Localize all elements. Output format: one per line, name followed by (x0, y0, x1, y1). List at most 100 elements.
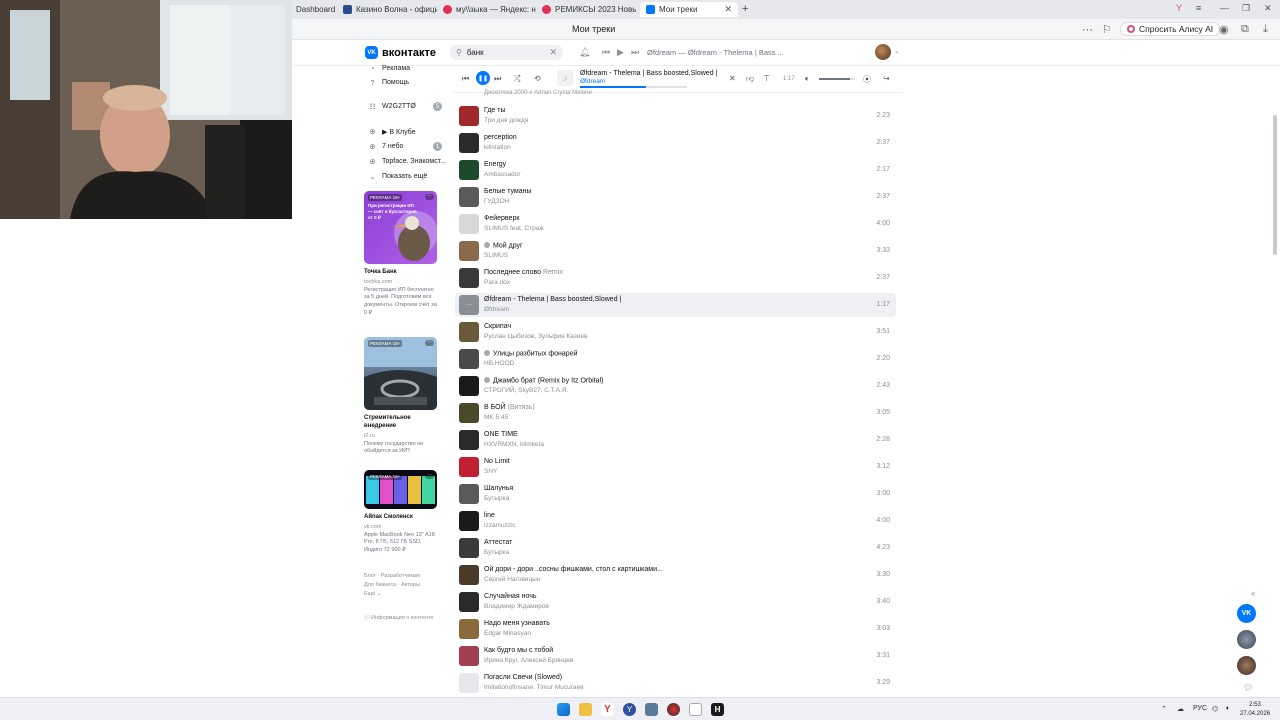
track-title[interactable]: Шалунья (484, 485, 513, 492)
track-cover[interactable] (459, 538, 479, 558)
track-cover[interactable] (459, 511, 479, 531)
bookmark-icon[interactable]: ⚐ (1102, 23, 1112, 36)
track-row[interactable]: ONE TIME HXVRMXN, klimketa 2:28 (455, 428, 896, 452)
ad-menu-icon[interactable]: ⋯ (425, 473, 434, 479)
track-row[interactable]: Где ты Три дня дождя 2:23 (455, 104, 896, 128)
track-artist[interactable]: Ambassador (484, 171, 521, 178)
track-artist[interactable]: Edgar Minasyan (484, 630, 531, 637)
track-artist[interactable]: HXVRMXN, klimketa (484, 441, 544, 448)
tab-remixes[interactable]: РЕМИКСЫ 2023 Новые р (542, 2, 636, 17)
track-title[interactable]: Погасли Свечи (Slowed) (484, 674, 562, 681)
track-title[interactable]: Последнее слово Remix (484, 269, 563, 276)
track-cover[interactable] (459, 268, 479, 288)
ad-image[interactable]: РЕКЛАМА 18+ ⋯ (364, 470, 437, 509)
sidebar-item-7-nebo[interactable]: ⊕ 7 небо 1 (368, 142, 442, 151)
track-cover[interactable] (459, 322, 479, 342)
previous-track-icon[interactable]: ⏮︎ (462, 74, 469, 84)
remove-icon[interactable]: ✕ (729, 74, 736, 83)
track-title[interactable]: Фейерверк (484, 215, 519, 222)
vk-messenger-icon[interactable]: VK (1237, 604, 1256, 623)
track-title[interactable]: Øfdream - Thelema | Bass boosted,Slowed … (484, 296, 621, 303)
track-title[interactable]: Аттестат (484, 539, 512, 546)
footer-more-link[interactable]: Ещё ⌄ (364, 590, 420, 599)
taskbar-clock[interactable]: 2:53 27.04.2026 (1240, 701, 1270, 718)
volume-slider[interactable] (819, 78, 855, 80)
track-cover[interactable] (459, 241, 479, 261)
minimize-icon[interactable]: — (1220, 3, 1229, 13)
track-artist[interactable]: MK 5.45 (484, 414, 508, 421)
track-artist[interactable]: Øfdream (484, 306, 509, 313)
track-title[interactable]: Ой дори - дори ..сосны фишками, стол с к… (484, 566, 663, 573)
share-icon[interactable]: ↪ (883, 74, 890, 83)
content-info-link[interactable]: ⓘ Информация о контенте (364, 613, 433, 621)
track-row[interactable]: Ой дори - дори ..сосны фишками, стол с к… (455, 563, 896, 587)
more-icon[interactable]: ⋯ (1082, 23, 1093, 36)
search-input[interactable]: ⚲ банк ✕ (450, 45, 563, 60)
next-track-icon[interactable]: ⏭︎ (631, 47, 639, 58)
play-icon[interactable]: ▶ (617, 47, 624, 58)
close-tab-icon[interactable]: ✕ (724, 4, 732, 15)
track-cover[interactable] (459, 349, 479, 369)
sidebar-item-group[interactable]: ☷ W2G2TTØ 5 (368, 102, 442, 111)
track-row[interactable]: Мой друг SLIMUS 3:33 (455, 239, 896, 263)
track-artist[interactable]: Сергей Наговицын (484, 576, 540, 583)
chat-avatar[interactable] (1237, 630, 1256, 649)
ad-image[interactable]: РЕКЛАМА 18+ ⋯ При регистрации ИП — счёт … (364, 191, 437, 264)
yandex-browser-icon[interactable]: Y (601, 703, 614, 716)
track-row[interactable]: Шалунья Бутырка 3:00 (455, 482, 896, 506)
yandex-app-icon[interactable]: Y (623, 703, 636, 716)
track-artist[interactable]: Руслан Цыбизов, Зульфия Казиев (484, 333, 588, 340)
track-artist[interactable]: Владимир Ждамиров (484, 603, 549, 610)
track-cover[interactable] (459, 430, 479, 450)
network-icon[interactable]: ☁ (1177, 705, 1184, 713)
player-track-artist[interactable]: Øfdream (580, 78, 605, 85)
track-row[interactable]: Погасли Свечи (Slowed) Imitationofinsane,… (455, 671, 896, 695)
track-row[interactable]: Надо меня узнавать Edgar Minasyan 3:03 (455, 617, 896, 641)
track-cover[interactable] (459, 673, 479, 693)
extensions-icon[interactable]: ⧉ (1241, 23, 1249, 36)
vk-logo[interactable]: VK вконтакте (365, 46, 436, 59)
restore-icon[interactable]: ❐ (1242, 3, 1250, 14)
ad-card-aipak[interactable]: РЕКЛАМА 18+ ⋯ Айпак Смоленск vk.com Appl… (364, 470, 437, 555)
sidebar-item-in-club[interactable]: ⊕ ▶ В Клубе (368, 127, 415, 136)
file-explorer-icon[interactable] (579, 703, 592, 716)
track-cover[interactable]: ··· (459, 295, 479, 315)
new-tab-icon[interactable]: + (742, 3, 748, 15)
track-cover[interactable] (459, 187, 479, 207)
close-window-icon[interactable]: ✕ (1264, 3, 1272, 14)
track-artist[interactable]: izzamuzzic (484, 522, 516, 529)
track-row[interactable]: Energy Ambassador 2:17 (455, 158, 896, 182)
track-title[interactable]: Случайная ночь (484, 593, 536, 600)
progress-bar[interactable] (580, 86, 687, 88)
tab-my-tracks[interactable]: Мои треки ✕ (640, 2, 738, 17)
volume-icon[interactable]: 🔈︎ (805, 74, 810, 84)
track-row[interactable]: В БОЙ (Витязь) MK 5.45 3:05 (455, 401, 896, 425)
page-scrollbar[interactable] (1273, 115, 1277, 255)
yandex-icon[interactable]: Y (1176, 3, 1182, 13)
track-row[interactable]: Аттестат Бутырка 4:23 (455, 536, 896, 560)
download-icon[interactable]: ⤓ (1263, 23, 1268, 36)
menu-icon[interactable]: ≡ (1196, 3, 1201, 13)
track-title[interactable]: Белые туманы (484, 188, 532, 195)
ad-card-t2[interactable]: РЕКЛАМА 18+ ⋯ Стремительное внедрение t2… (364, 337, 437, 456)
repeat-icon[interactable]: ⟲ (534, 74, 541, 83)
player-track-title[interactable]: Øfdream - Thelema | Bass boosted,Slowed … (580, 70, 717, 77)
track-title[interactable]: Скрипач (484, 323, 511, 330)
track-artist[interactable]: Ирина Круг, Алексей Брянцев (484, 657, 573, 664)
track-row[interactable]: Последнее слово Remix Para dox 2:37 (455, 266, 896, 290)
avatar[interactable] (875, 44, 891, 60)
previous-track-icon[interactable]: ⏮︎ (602, 47, 610, 58)
notifications-bell-icon[interactable]: 🔔︎ (579, 47, 590, 58)
track-title[interactable]: Мой друг (484, 242, 523, 250)
footer-link-line[interactable]: Для бизнеса · Авторы (364, 581, 420, 590)
track-row[interactable]: Джамбо брат (Remix by Itz Orbital) СТРОГИ… (455, 374, 896, 398)
speaker-icon[interactable]: 🔈︎ (1226, 705, 1230, 713)
track-cover[interactable] (459, 484, 479, 504)
alice-button[interactable]: Спросить Алису AI (1120, 22, 1221, 36)
track-row[interactable]: No Limit SNY 3:12 (455, 455, 896, 479)
footer-link-line[interactable]: Блог · Разработчикам (364, 572, 420, 581)
shuffle-icon[interactable]: ⤮ (514, 74, 520, 84)
dislike-icon[interactable]: 👎︎ (746, 74, 754, 84)
track-row[interactable]: line izzamuzzic 4:00 (455, 509, 896, 533)
track-row[interactable]: Как будто мы с тобой Ирина Круг, Алексей … (455, 644, 896, 668)
